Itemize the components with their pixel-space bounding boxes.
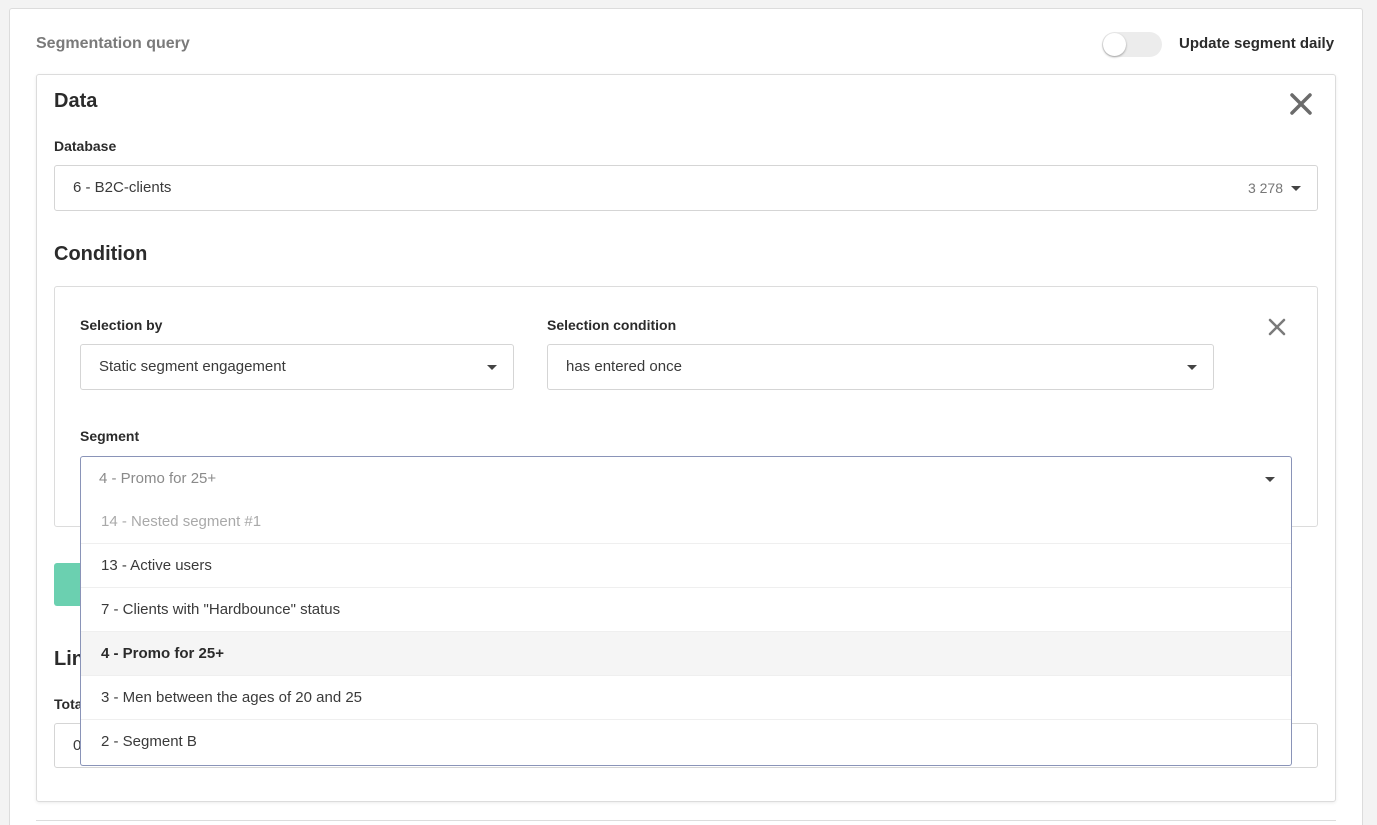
close-icon[interactable]: [1288, 91, 1314, 117]
chevron-down-icon: [487, 365, 497, 370]
selection-by-value: Static segment engagement: [99, 358, 286, 375]
dropdown-item[interactable]: 7 - Clients with "Hardbounce" status: [81, 588, 1291, 632]
update-daily-label: Update segment daily: [1179, 35, 1335, 52]
dropdown-item[interactable]: 14 - Nested segment #1: [81, 500, 1291, 544]
dropdown-item[interactable]: 3 - Men between the ages of 20 and 25: [81, 676, 1291, 720]
database-select[interactable]: 6 - B2C-clients 3 278: [54, 165, 1318, 211]
chevron-down-icon: [1291, 186, 1301, 191]
database-count: 3 278: [1247, 180, 1283, 196]
dropdown-item[interactable]: 2 - Segment B: [81, 720, 1291, 764]
selection-condition-value: has entered once: [566, 358, 682, 375]
segment-select[interactable]: 4 - Promo for 25+: [80, 456, 1292, 500]
database-label: Database: [54, 138, 117, 154]
selection-by-select[interactable]: Static segment engagement: [80, 344, 514, 390]
chevron-down-icon: [1265, 477, 1275, 482]
toggle-knob: [1103, 33, 1126, 56]
remove-condition-icon[interactable]: [1267, 317, 1287, 337]
segment-value: 4 - Promo for 25+: [99, 470, 217, 487]
dropdown-item[interactable]: 4 - Promo for 25+: [81, 632, 1291, 676]
condition-title: Condition: [54, 243, 148, 265]
selection-condition-select[interactable]: has entered once: [547, 344, 1214, 390]
chevron-down-icon: [1187, 365, 1197, 370]
update-daily-toggle[interactable]: [1102, 32, 1162, 57]
selection-by-label: Selection by: [80, 317, 163, 333]
selection-condition-label: Selection condition: [547, 317, 677, 333]
segment-label: Segment: [80, 428, 140, 444]
dropdown-item[interactable]: 13 - Active users: [81, 544, 1291, 588]
database-value: 6 - B2C-clients: [73, 179, 172, 196]
segment-dropdown-list: 14 - Nested segment #1 13 - Active users…: [80, 500, 1292, 766]
total-label: Tota: [54, 696, 83, 712]
segmentation-query-title: Segmentation query: [36, 35, 190, 52]
data-section-title: Data: [54, 90, 98, 112]
divider: [36, 820, 1336, 821]
